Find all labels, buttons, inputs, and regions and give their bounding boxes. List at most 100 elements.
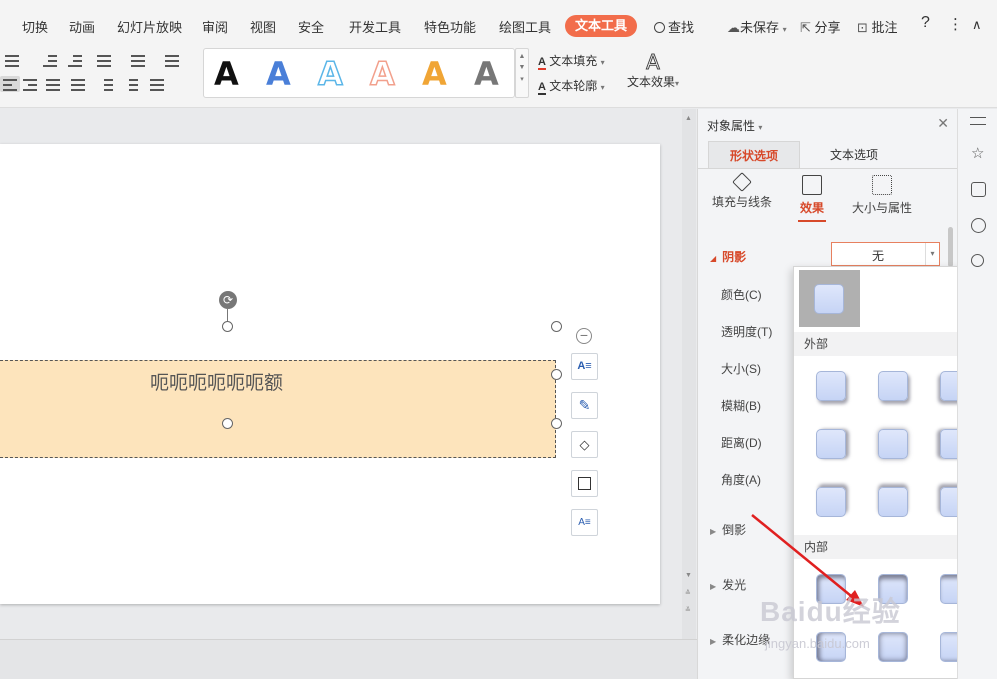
align-text-icon[interactable] — [128, 52, 148, 68]
art-style-5[interactable]: A — [422, 55, 447, 93]
shape-text[interactable]: 呃呃呃呃呃呃额 — [150, 368, 283, 395]
border-icon — [578, 477, 591, 490]
tab-text-tools[interactable]: 文本工具 — [565, 15, 637, 37]
settings-icon[interactable] — [971, 254, 984, 267]
menu-slideshow[interactable]: 幻灯片放映 — [117, 17, 182, 36]
tab-shape-options[interactable]: 形状选项 — [708, 141, 800, 169]
menu-drawing-tools[interactable]: 绘图工具 — [499, 17, 551, 36]
art-style-2[interactable]: A — [266, 55, 291, 93]
text-style-quick-button[interactable]: A≡ — [571, 353, 598, 380]
section-shadow[interactable]: ◢ 阴影 — [710, 248, 746, 265]
align-right-icon[interactable] — [20, 76, 40, 92]
menu-animation[interactable]: 动画 — [69, 17, 95, 36]
art-style-6[interactable]: A — [474, 55, 499, 93]
ribbon-toolbar: A A A A A A ▲ ▼ ▾ A 文本填充 ▾ A 文本轮廓 ▾ A 文本… — [0, 46, 997, 108]
shapes-icon[interactable] — [971, 182, 986, 197]
search-button[interactable]: 查找 — [654, 17, 694, 36]
distributed-icon[interactable] — [68, 76, 88, 92]
resize-handle-top-right[interactable] — [551, 321, 562, 332]
text-fill-label: 文本填充 — [549, 54, 598, 68]
text-outline-icon: A — [538, 81, 546, 95]
section-glow[interactable]: ▶ 发光 — [710, 576, 746, 593]
justify-icon[interactable] — [43, 76, 63, 92]
menu-developer[interactable]: 开发工具 — [349, 17, 401, 36]
section-soft-edges[interactable]: ▶ 柔化边缘 — [710, 631, 770, 648]
chevron-down-icon: ▾ — [600, 58, 605, 67]
fill-bucket-icon: ◇ — [579, 437, 590, 452]
menu-lines-icon[interactable] — [970, 117, 986, 125]
resize-handle-bottom[interactable] — [222, 418, 233, 429]
outer-shadow-2[interactable] — [878, 371, 908, 401]
comment-button[interactable]: ⊡ 批注 — [857, 17, 898, 36]
section-reflection[interactable]: ▶ 倒影 — [710, 521, 746, 538]
tab-text-options[interactable]: 文本选项 — [808, 141, 900, 169]
collapse-ribbon-button[interactable]: ∧ — [972, 17, 982, 33]
section-shadow-label: 阴影 — [722, 250, 747, 264]
resize-handle-bottom-right[interactable] — [551, 418, 562, 429]
fill-bucket-icon — [732, 172, 752, 192]
collapse-quick-tools-icon[interactable]: − — [576, 328, 592, 344]
close-icon[interactable]: ✕ — [937, 115, 949, 132]
art-style-4[interactable]: A — [369, 54, 395, 94]
shape-fill-quick-button[interactable]: ◇ — [571, 431, 598, 458]
outer-shadow-5[interactable] — [878, 429, 908, 459]
text-fill-button[interactable]: A 文本填充 ▾ — [538, 52, 605, 70]
subtab-effects[interactable]: 效果 — [788, 175, 836, 222]
text-effect-button[interactable]: A 文本效果▾ — [624, 51, 682, 90]
inner-shadow-5[interactable] — [878, 632, 908, 662]
help-button[interactable]: ? — [921, 14, 930, 32]
canvas-vertical-scrollbar[interactable]: ▲ ▼ ≙ ≚ — [682, 109, 696, 639]
more-button[interactable]: ⋮ — [948, 15, 963, 33]
increase-indent-icon[interactable] — [65, 52, 85, 68]
align-left-icon[interactable] — [0, 76, 20, 92]
chevron-down-icon: ▾ — [675, 79, 680, 88]
pane-title[interactable]: 对象属性 ▾ — [707, 117, 762, 134]
vertical-align-icon[interactable] — [147, 76, 167, 92]
text-box-shape[interactable]: 呃呃呃呃呃呃额 — [0, 360, 556, 458]
prop-size: 大小(S) — [721, 362, 761, 376]
share-button[interactable]: ⇱ 分享 — [800, 17, 841, 36]
columns-icon[interactable] — [162, 52, 182, 68]
pane-scrollbar[interactable] — [948, 227, 953, 267]
line-spacing-icon[interactable] — [96, 76, 116, 92]
shape-border-quick-button[interactable] — [571, 470, 598, 497]
menu-features[interactable]: 特色功能 — [424, 17, 476, 36]
menu-review[interactable]: 审阅 — [202, 17, 228, 36]
shadow-preset-select[interactable]: 无 ▾ — [831, 242, 940, 266]
no-shadow-swatch — [814, 284, 844, 314]
no-shadow-option[interactable] — [799, 270, 860, 327]
art-gallery-scroll[interactable]: ▲ ▼ ▾ — [515, 48, 529, 98]
prop-transparency: 透明度(T) — [721, 325, 773, 339]
text-direction-icon[interactable] — [94, 52, 114, 68]
resize-handle-right[interactable] — [551, 369, 562, 380]
pen-icon: ✎ — [578, 397, 591, 413]
resize-handle-top[interactable] — [222, 321, 233, 332]
text-outline-button[interactable]: A 文本轮廓 ▾ — [538, 77, 605, 95]
shape-outline-quick-button[interactable]: ✎ — [571, 392, 598, 419]
subtab-fill-line[interactable]: 填充与线条 — [708, 172, 776, 210]
menu-security[interactable]: 安全 — [298, 17, 324, 36]
art-style-3[interactable]: A — [317, 54, 343, 94]
star-icon[interactable]: ☆ — [971, 146, 986, 161]
art-style-1[interactable]: A — [214, 55, 239, 93]
text-box-quick-button[interactable]: A≡ — [571, 509, 598, 536]
menu-switch[interactable]: 切换 — [22, 17, 48, 36]
outer-shadow-7[interactable] — [816, 487, 846, 517]
slide[interactable]: 呃呃呃呃呃呃额 ⟳ — [0, 144, 660, 604]
share-icon: ⇱ — [800, 20, 811, 35]
save-state-button[interactable]: ☁未保存 ▾ — [727, 17, 787, 36]
paragraph-spacing-icon[interactable] — [121, 76, 141, 92]
decrease-indent-icon[interactable] — [40, 52, 60, 68]
outer-shadow-1[interactable] — [816, 371, 846, 401]
bullet-list-icon[interactable] — [2, 52, 22, 68]
outer-shadow-8[interactable] — [878, 487, 908, 517]
menu-view[interactable]: 视图 — [250, 17, 276, 36]
comment-icon: ⊡ — [857, 20, 868, 35]
outer-shadow-4[interactable] — [816, 429, 846, 459]
rotate-handle[interactable]: ⟳ — [219, 291, 237, 309]
subtab-size-properties[interactable]: 大小与属性 — [848, 175, 916, 216]
text-style-icon: A≡ — [577, 360, 592, 372]
object-icon[interactable] — [971, 218, 986, 233]
text-fill-icon: A — [538, 56, 546, 70]
menu-bar: 切换 动画 幻灯片放映 审阅 视图 安全 开发工具 特色功能 绘图工具 文本工具… — [0, 0, 997, 50]
